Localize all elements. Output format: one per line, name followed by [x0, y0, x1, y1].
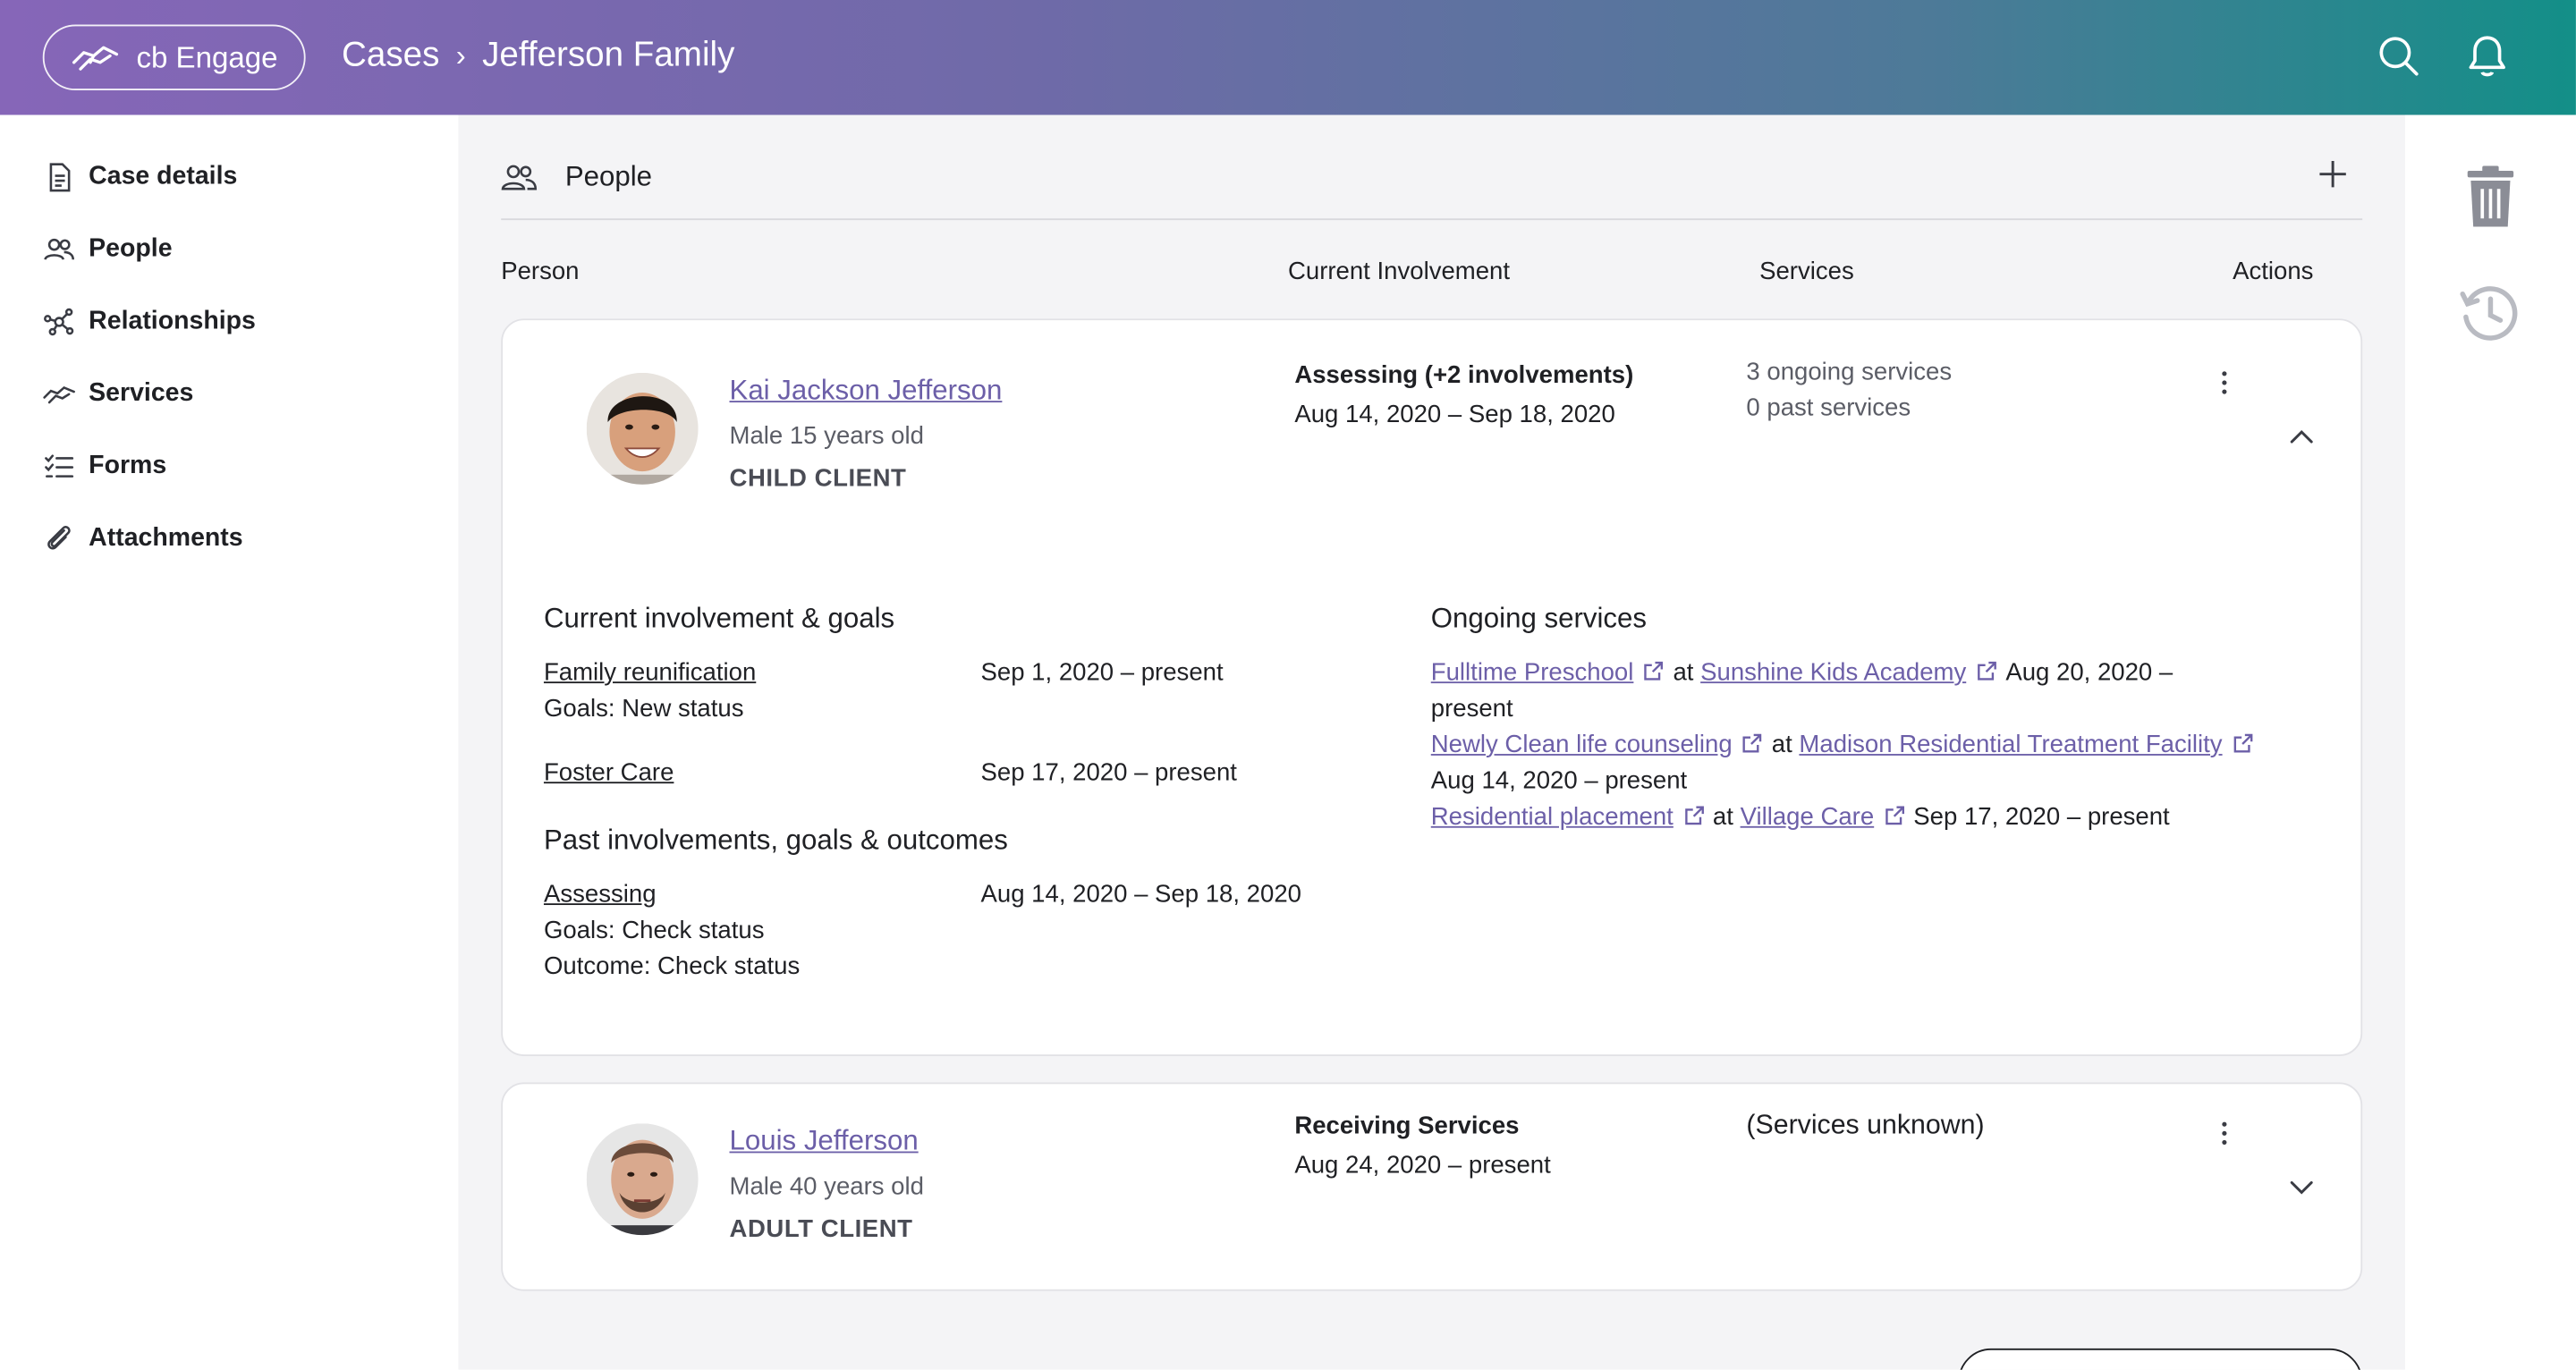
service-dates: Aug 14, 2020 – present	[1430, 766, 1688, 795]
provider-link[interactable]: Village Care	[1741, 803, 1875, 831]
service-at: at	[1673, 658, 1694, 687]
external-link-icon[interactable]	[2233, 732, 2254, 754]
involvement-dates: Sep 17, 2020 – present	[980, 758, 1237, 787]
person-role: CHILD CLIENT	[729, 464, 907, 494]
breadcrumb-separator: ›	[455, 38, 466, 72]
add-person-icon[interactable]	[2317, 157, 2350, 190]
involvement-dates: Aug 14, 2020 – Sep 18, 2020	[1294, 401, 1615, 429]
page-title: People	[564, 160, 653, 192]
provider-link[interactable]: Sunshine Kids Academy	[1700, 659, 1966, 687]
sidebar-item-label: People	[89, 234, 173, 263]
trash-icon[interactable]	[2458, 165, 2523, 230]
breadcrumb: Cases › Jefferson Family	[342, 36, 734, 75]
people-icon	[501, 165, 538, 190]
involvement-title: Receiving Services	[1294, 1112, 1520, 1140]
sidebar-item-label: Forms	[89, 452, 167, 480]
external-link-icon[interactable]	[1976, 660, 1997, 681]
network-icon	[44, 308, 74, 336]
handshake-icon	[43, 385, 75, 404]
person-demographics: Male 15 years old	[729, 422, 924, 451]
avatar	[586, 372, 699, 485]
adult-portrait-avatar	[586, 1123, 699, 1236]
bell-icon[interactable]	[2464, 33, 2510, 79]
more-actions-icon[interactable]	[2219, 369, 2229, 395]
sidebar-item-case-details[interactable]: Case details	[43, 161, 238, 194]
more-actions-icon[interactable]	[2219, 1121, 2229, 1146]
involvement-dates: Sep 1, 2020 – present	[980, 658, 1224, 687]
services-unknown: (Services unknown)	[1746, 1110, 1985, 1140]
avatar	[586, 1123, 699, 1236]
involvement-link[interactable]: Family reunification	[544, 659, 756, 687]
service-link[interactable]: Fulltime Preschool	[1431, 659, 1634, 687]
person-name-link[interactable]: Kai Jackson Jefferson	[729, 375, 1002, 408]
sidebar-item-people[interactable]: People	[43, 233, 173, 266]
brand-logo-button[interactable]: cb Engage	[42, 24, 306, 91]
sidebar-item-label: Services	[89, 379, 194, 408]
external-link-icon[interactable]	[1884, 805, 1905, 826]
service-dates: Sep 17, 2020 – present	[1913, 803, 2170, 832]
past-involvement-goals: Goals: Check status	[543, 916, 765, 945]
sidebar-item-services[interactable]: Services	[43, 377, 194, 410]
sidebar	[0, 114, 459, 1370]
involvement-link[interactable]: Foster Care	[544, 759, 674, 787]
person-role: ADULT CLIENT	[729, 1215, 913, 1244]
past-involvement-heading: Past involvements, goals & outcomes	[543, 825, 1008, 856]
person-demographics: Male 40 years old	[729, 1172, 924, 1201]
service-dates: Aug 20, 2020 –	[2005, 658, 2174, 687]
column-header-person: Person	[501, 258, 580, 286]
service-row: Newly Clean life counseling at Madison Re…	[1431, 731, 2262, 759]
chevron-up-icon[interactable]	[2289, 428, 2315, 444]
checklist-icon	[45, 454, 74, 478]
column-header-involvement: Current Involvement	[1287, 258, 1511, 286]
sidebar-item-attachments[interactable]: Attachments	[43, 522, 243, 555]
service-at: at	[1712, 803, 1733, 832]
brand-name: cb Engage	[136, 39, 278, 73]
involvement-goals: Goals: New status	[543, 694, 744, 723]
breadcrumb-cases-link[interactable]: Cases	[342, 36, 439, 75]
search-icon[interactable]	[2376, 33, 2421, 79]
service-link[interactable]: Newly Clean life counseling	[1431, 731, 1733, 758]
current-involvement-heading: Current involvement & goals	[543, 603, 895, 634]
paperclip-icon	[47, 526, 71, 550]
sidebar-item-label: Relationships	[89, 307, 256, 335]
ongoing-services-heading: Ongoing services	[1430, 603, 1648, 634]
external-link-icon[interactable]	[1742, 732, 1764, 754]
column-header-services: Services	[1759, 258, 1854, 286]
service-dates-continued: present	[1430, 694, 1513, 723]
service-at: at	[1771, 731, 1792, 759]
history-icon[interactable]	[2458, 281, 2523, 346]
sidebar-item-label: Attachments	[89, 523, 243, 553]
child-portrait-avatar	[586, 372, 699, 485]
external-link-icon[interactable]	[1683, 805, 1705, 826]
column-header-actions: Actions	[2233, 258, 2314, 286]
past-services-count: 0 past services	[1746, 393, 1911, 423]
service-link[interactable]: Residential placement	[1431, 803, 1674, 831]
provider-link[interactable]: Madison Residential Treatment Facility	[1799, 731, 2222, 758]
document-icon	[49, 163, 71, 192]
breadcrumb-current: Jefferson Family	[482, 36, 735, 74]
handshake-logo-icon	[72, 46, 119, 71]
top-bar: cb Engage Cases › Jefferson Family	[0, 0, 2576, 115]
people-panel-header: People	[501, 145, 2363, 221]
people-icon	[44, 238, 75, 260]
past-involvement-link[interactable]: Assessing	[544, 880, 657, 908]
sidebar-item-label: Case details	[89, 162, 238, 191]
person-name-link[interactable]: Louis Jefferson	[729, 1125, 918, 1158]
sidebar-item-relationships[interactable]: Relationships	[43, 306, 256, 339]
service-row: Fulltime Preschool at Sunshine Kids Acade…	[1431, 659, 2173, 687]
external-link-icon[interactable]	[1643, 660, 1665, 681]
chevron-down-icon[interactable]	[2289, 1180, 2315, 1196]
bottom-action-button[interactable]	[1958, 1348, 2363, 1370]
past-involvement-dates: Aug 14, 2020 – Sep 18, 2020	[980, 880, 1301, 909]
ongoing-services-count: 3 ongoing services	[1746, 358, 1953, 386]
sidebar-item-forms[interactable]: Forms	[43, 450, 166, 483]
service-row: Residential placement at Village Care Sep …	[1431, 803, 2170, 831]
involvement-dates: Aug 24, 2020 – present	[1294, 1151, 1551, 1180]
involvement-title: Assessing (+2 involvements)	[1294, 361, 1634, 390]
past-involvement-outcome: Outcome: Check status	[543, 952, 801, 981]
